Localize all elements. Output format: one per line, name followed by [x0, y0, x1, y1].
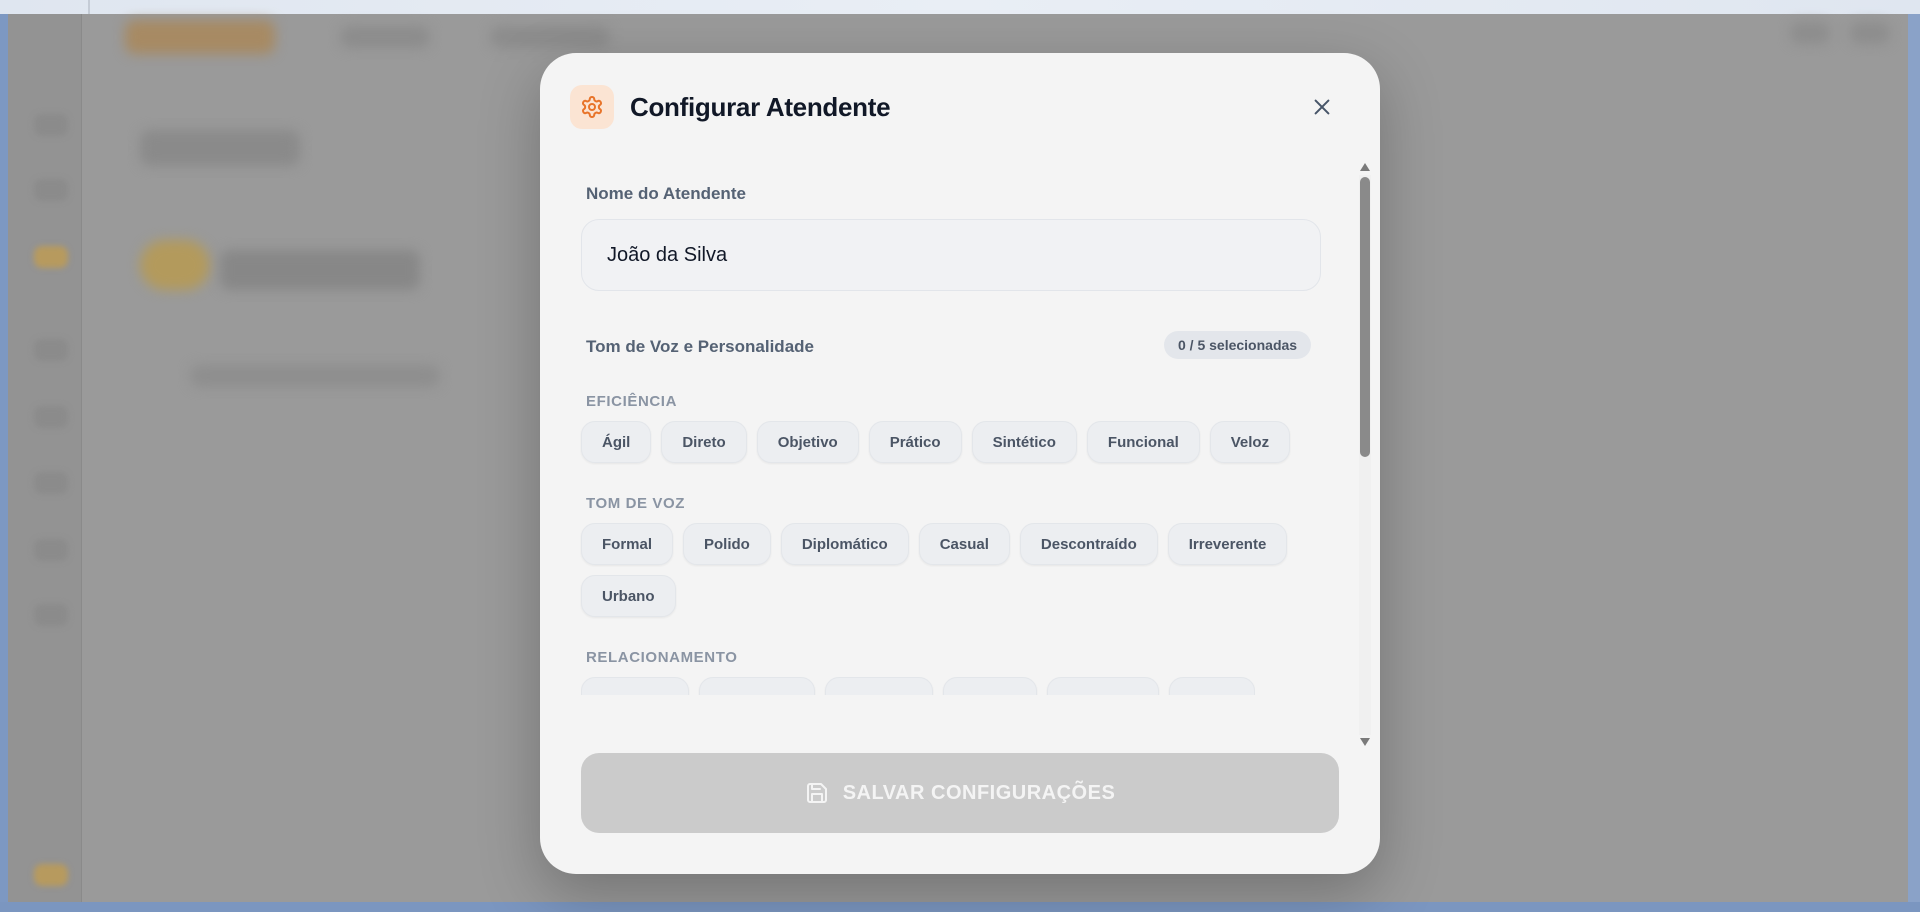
window-frame: [1908, 14, 1920, 912]
window-frame: [0, 14, 8, 912]
background-toolbar: [1790, 22, 1830, 44]
chip-row-relationship: [581, 677, 1255, 695]
chip-irreverente[interactable]: Irreverente: [1167, 523, 1288, 565]
chip-polido[interactable]: Polido: [683, 523, 771, 565]
group-label-efficiency: EFICIÊNCIA: [586, 393, 678, 410]
floppy-disk-icon: [806, 783, 827, 803]
chip-funcional[interactable]: Funcional: [1086, 421, 1200, 463]
group-label-tone: TOM DE VOZ: [586, 495, 686, 512]
chip-placeholder[interactable]: [581, 677, 689, 695]
scroll-up-arrow-icon[interactable]: [1360, 163, 1370, 171]
attendant-name-input[interactable]: [581, 219, 1321, 291]
configure-attendant-modal: Configurar Atendente Nome do Atendente T…: [540, 53, 1380, 874]
background-nav: [340, 26, 430, 48]
gear-icon: [570, 85, 614, 129]
chip-agil[interactable]: Ágil: [581, 421, 652, 463]
chip-diplomatico[interactable]: Diplomático: [780, 523, 909, 565]
chip-pratico[interactable]: Prático: [868, 421, 962, 463]
chip-formal[interactable]: Formal: [581, 523, 674, 565]
chip-casual[interactable]: Casual: [918, 523, 1010, 565]
chip-objetivo[interactable]: Objetivo: [756, 421, 859, 463]
name-field-label: Nome do Atendente: [586, 184, 746, 203]
background-toolbar: [1850, 22, 1890, 44]
background-row: [190, 365, 440, 387]
save-settings-label: SALVAR CONFIGURAÇÕES: [842, 781, 1116, 804]
modal-scrollbar[interactable]: [1359, 163, 1371, 746]
tone-section-label: Tom de Voz e Personalidade: [586, 337, 814, 356]
background-logo: [125, 20, 275, 54]
modal-header: Configurar Atendente: [570, 85, 891, 129]
chip-placeholder[interactable]: [699, 677, 815, 695]
chip-placeholder[interactable]: [943, 677, 1037, 695]
chip-row-efficiency: Ágil Direto Objetivo Prático Sintético F…: [581, 421, 1291, 463]
group-label-relationship: RELACIONAMENTO: [586, 649, 738, 666]
chip-placeholder[interactable]: [825, 677, 933, 695]
close-icon: [1314, 99, 1330, 115]
chip-placeholder[interactable]: [1169, 677, 1255, 695]
chip-direto[interactable]: Direto: [661, 421, 747, 463]
chip-urbano[interactable]: Urbano: [581, 575, 676, 617]
background-avatar: [140, 240, 210, 290]
scroll-thumb[interactable]: [1360, 177, 1370, 457]
chip-row-tone-2: Urbano: [581, 575, 676, 617]
window-frame: [0, 902, 1920, 912]
close-button[interactable]: [1306, 91, 1338, 123]
background-heading: [140, 130, 300, 166]
selection-counter-badge: 0 / 5 selecionadas: [1164, 331, 1312, 359]
chip-placeholder[interactable]: [1047, 677, 1159, 695]
background-card: [220, 250, 420, 290]
browser-top-bar: [0, 0, 1920, 14]
chip-row-tone: Formal Polido Diplomático Casual Descont…: [581, 523, 1288, 565]
chip-descontraido[interactable]: Descontraído: [1019, 523, 1158, 565]
background-sidebar: [8, 14, 82, 902]
chip-veloz[interactable]: Veloz: [1209, 421, 1291, 463]
chip-sintetico[interactable]: Sintético: [971, 421, 1077, 463]
background-nav: [490, 26, 610, 48]
modal-title: Configurar Atendente: [630, 91, 891, 122]
save-settings-button[interactable]: SALVAR CONFIGURAÇÕES: [581, 753, 1339, 833]
scroll-down-arrow-icon[interactable]: [1360, 738, 1370, 746]
